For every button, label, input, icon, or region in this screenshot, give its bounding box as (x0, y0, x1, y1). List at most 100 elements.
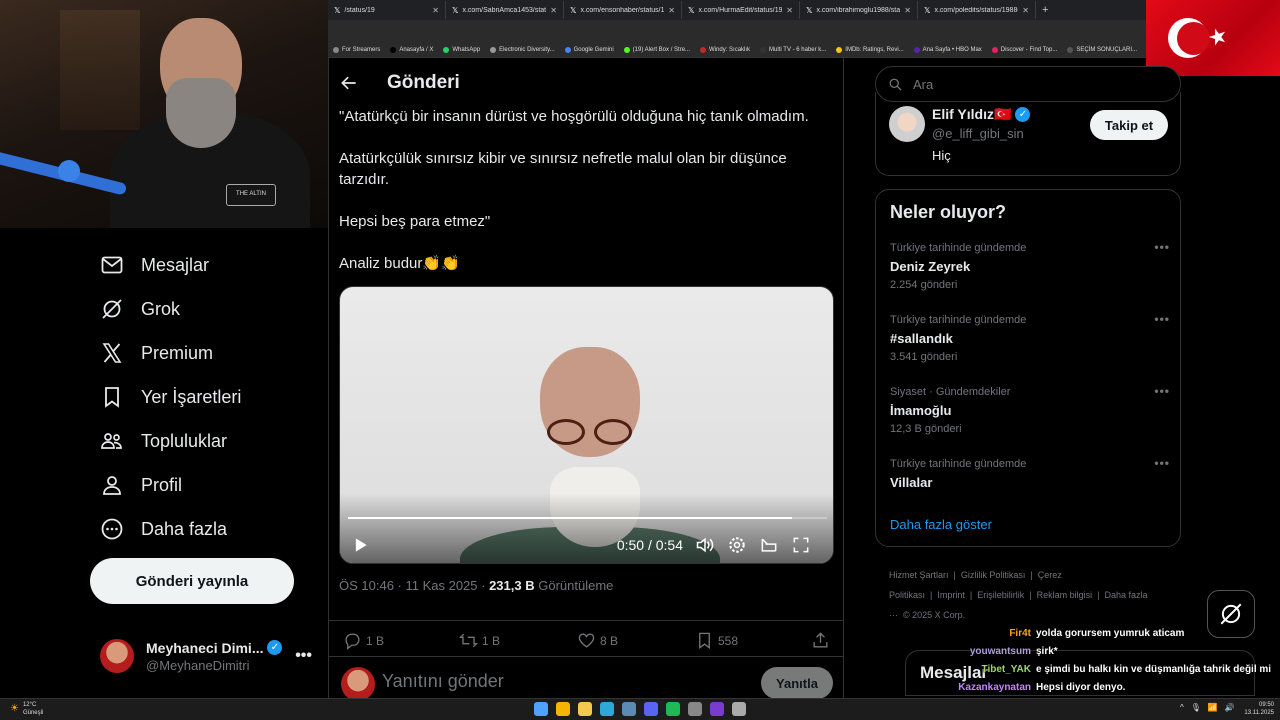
bookmark-item[interactable]: IMDb: Ratings, Revi... (831, 46, 908, 53)
trend-item[interactable]: Türkiye tarihinde gündemde #sallandık 3.… (890, 312, 1170, 363)
back-arrow-icon[interactable] (339, 73, 359, 93)
close-icon[interactable]: ✕ (550, 6, 557, 15)
share-action[interactable] (811, 631, 834, 650)
bookmark-item[interactable]: Google Gemini (560, 46, 619, 53)
follow-button[interactable]: Takip et (1090, 110, 1168, 140)
more-icon[interactable]: ••• (1154, 384, 1170, 398)
browser-tab[interactable]: 𝕏x.com/HurmaEdit/status/19886✕ (682, 1, 800, 19)
close-icon[interactable]: ✕ (432, 6, 439, 15)
footer-link[interactable]: Reklam bilgisi (1037, 590, 1093, 600)
nav-item-label: Profil (141, 474, 183, 495)
trend-item[interactable]: Türkiye tarihinde gündemde Villalar ••• (890, 456, 1170, 490)
nav-item-communities[interactable]: Topluluklar (100, 426, 227, 456)
browser-tab[interactable]: 𝕏x.com/SabriAmca1453/status/1✕ (446, 1, 564, 19)
trends-panel: Neler oluyor? Türkiye tarihinde gündemde… (875, 189, 1181, 547)
footer-link[interactable]: © 2025 X Corp. (903, 610, 965, 620)
nav-item-messages[interactable]: Mesajlar (100, 250, 209, 280)
steam-icon[interactable] (622, 702, 636, 716)
reply-action[interactable]: 1 B (343, 631, 384, 650)
profile-suggestion-card: Elif Yıldız🇹🇷 ✓ @e_liff_gibi_sin Hiç Tak… (875, 92, 1181, 176)
close-icon[interactable]: ✕ (668, 6, 675, 15)
tray-icon[interactable]: 🔊 (1225, 703, 1235, 712)
video-progress-bar[interactable] (348, 517, 827, 519)
tray-icon[interactable]: 🎙 (1191, 703, 1201, 712)
clock-date: 13.11.2025 (1244, 710, 1274, 716)
reply-button[interactable]: Yanıtla (761, 667, 833, 698)
bookmark-item[interactable]: Discover - Find Top... (987, 46, 1063, 53)
flag-star-icon: ★ (1204, 21, 1231, 52)
more-icon[interactable]: ••• (1154, 240, 1170, 254)
footer-link[interactable]: Gizlilik Politikası (961, 570, 1026, 580)
bookmark-item[interactable]: For Streamers (328, 46, 385, 53)
app1-icon[interactable] (688, 702, 702, 716)
nav-item-bookmarks[interactable]: Yer İşaretleri (100, 382, 241, 412)
footer-link[interactable]: Imprint (937, 590, 965, 600)
nav-item-grok[interactable]: Grok (100, 294, 180, 324)
chrome-icon[interactable] (556, 702, 570, 716)
app2-icon[interactable] (710, 702, 724, 716)
like-count: 8 B (600, 633, 619, 648)
discord-icon[interactable] (644, 702, 658, 716)
bookmark-item[interactable]: Windy: Sıcaklık (695, 46, 755, 53)
bookmark-item[interactable]: Electronic Diversity... (485, 46, 560, 53)
x-icon: 𝕏 (334, 5, 341, 15)
video-player[interactable]: 0:50 / 0:54 (339, 286, 834, 564)
footer-link[interactable]: Hizmet Şartları (889, 570, 949, 580)
like-action[interactable]: 8 B (577, 631, 618, 650)
fullscreen-icon[interactable] (791, 535, 811, 555)
browser-tab[interactable]: 𝕏/status/19 ✕ (328, 1, 446, 19)
verified-badge-icon: ✓ (1015, 107, 1031, 122)
bookmark-label: Google Gemini (573, 46, 614, 53)
tab-title: x.com/SabriAmca1453/status/1 (462, 6, 547, 14)
nav-item-label: Mesajlar (141, 254, 210, 275)
tray-icon[interactable]: 📶 (1208, 703, 1218, 712)
close-icon[interactable]: ✕ (904, 6, 911, 15)
bookmark-favicon-icon (623, 46, 630, 53)
more-icon[interactable]: ••• (1154, 312, 1170, 326)
x-logo-icon (102, 343, 122, 363)
new-tab-button[interactable]: + (1036, 4, 1054, 16)
browser-tab[interactable]: 𝕏x.com/ensonhaber/status/1988✕ (564, 1, 682, 19)
footer-link[interactable]: Erişilebilirlik (977, 590, 1024, 600)
trend-item[interactable]: Türkiye tarihinde gündemde Deniz Zeyrek … (890, 240, 1170, 291)
weather-widget[interactable]: ☀ 12°C Güneşli (10, 701, 43, 717)
play-icon[interactable] (350, 535, 370, 555)
app3-icon[interactable] (732, 702, 746, 716)
avatar[interactable] (889, 106, 925, 142)
repost-action[interactable]: 1 B (459, 631, 500, 650)
nav-item-profile[interactable]: Profil (100, 470, 182, 500)
more-icon[interactable]: ••• (1154, 456, 1170, 470)
bookmark-item[interactable]: Anasayfa / X (385, 46, 438, 53)
browser-address-bar[interactable] (328, 20, 1146, 42)
bookmark-item[interactable]: WhatsApp (438, 46, 485, 53)
bookmark-item[interactable]: (19) Alert Box / Stre... (619, 46, 695, 53)
show-more-link[interactable]: Daha fazla göster (890, 517, 992, 532)
spotify-icon[interactable] (666, 702, 680, 716)
post-button[interactable]: Gönderi yayınla (90, 558, 294, 604)
account-switcher[interactable]: Meyhaneci Dimi... ✓ @MeyhaneDimitri ••• (100, 634, 312, 678)
windows-icon[interactable] (534, 702, 548, 716)
close-icon[interactable]: ✕ (1022, 6, 1029, 15)
browser-tab[interactable]: 𝕏x.com/ibrahimoglu1988/status ✕ (800, 1, 918, 19)
picture-in-picture-icon[interactable] (759, 535, 779, 555)
reply-input[interactable]: Yanıtını gönder (382, 671, 504, 692)
post-timestamp[interactable]: ÖS 10:46 · 11 Kas 2025 · (339, 578, 489, 593)
settings-gear-icon[interactable] (727, 535, 747, 555)
explorer-icon[interactable] (578, 702, 592, 716)
clock[interactable]: 09:50 13.11.2025 (1240, 701, 1274, 717)
edge-icon[interactable] (600, 702, 614, 716)
bookmark-item[interactable]: Multi TV - 6 haber k... (755, 46, 831, 53)
volume-icon[interactable] (695, 535, 715, 555)
tray-icon[interactable]: ^ (1180, 703, 1184, 712)
profile-name-row[interactable]: Elif Yıldız🇹🇷 ✓ (932, 106, 1031, 123)
bookmark-label: For Streamers (342, 46, 381, 53)
browser-tab[interactable]: 𝕏x.com/poledits/status/198869 ✕ (918, 1, 1036, 19)
close-icon[interactable]: ✕ (786, 6, 793, 15)
nav-item-premium[interactable]: Premium (100, 338, 213, 368)
nav-item-more[interactable]: Daha fazla (100, 514, 227, 544)
bookmark-item[interactable]: Ana Sayfa • HBO Max (909, 46, 987, 53)
bookmark-action[interactable]: 558 (695, 631, 738, 650)
trend-item[interactable]: Siyaset · Gündemdekiler İmamoğlu 12,3 B … (890, 384, 1170, 435)
account-more-icon[interactable]: ••• (295, 647, 312, 665)
bookmark-item[interactable]: SEÇİM SONUÇLARI... (1062, 46, 1142, 53)
